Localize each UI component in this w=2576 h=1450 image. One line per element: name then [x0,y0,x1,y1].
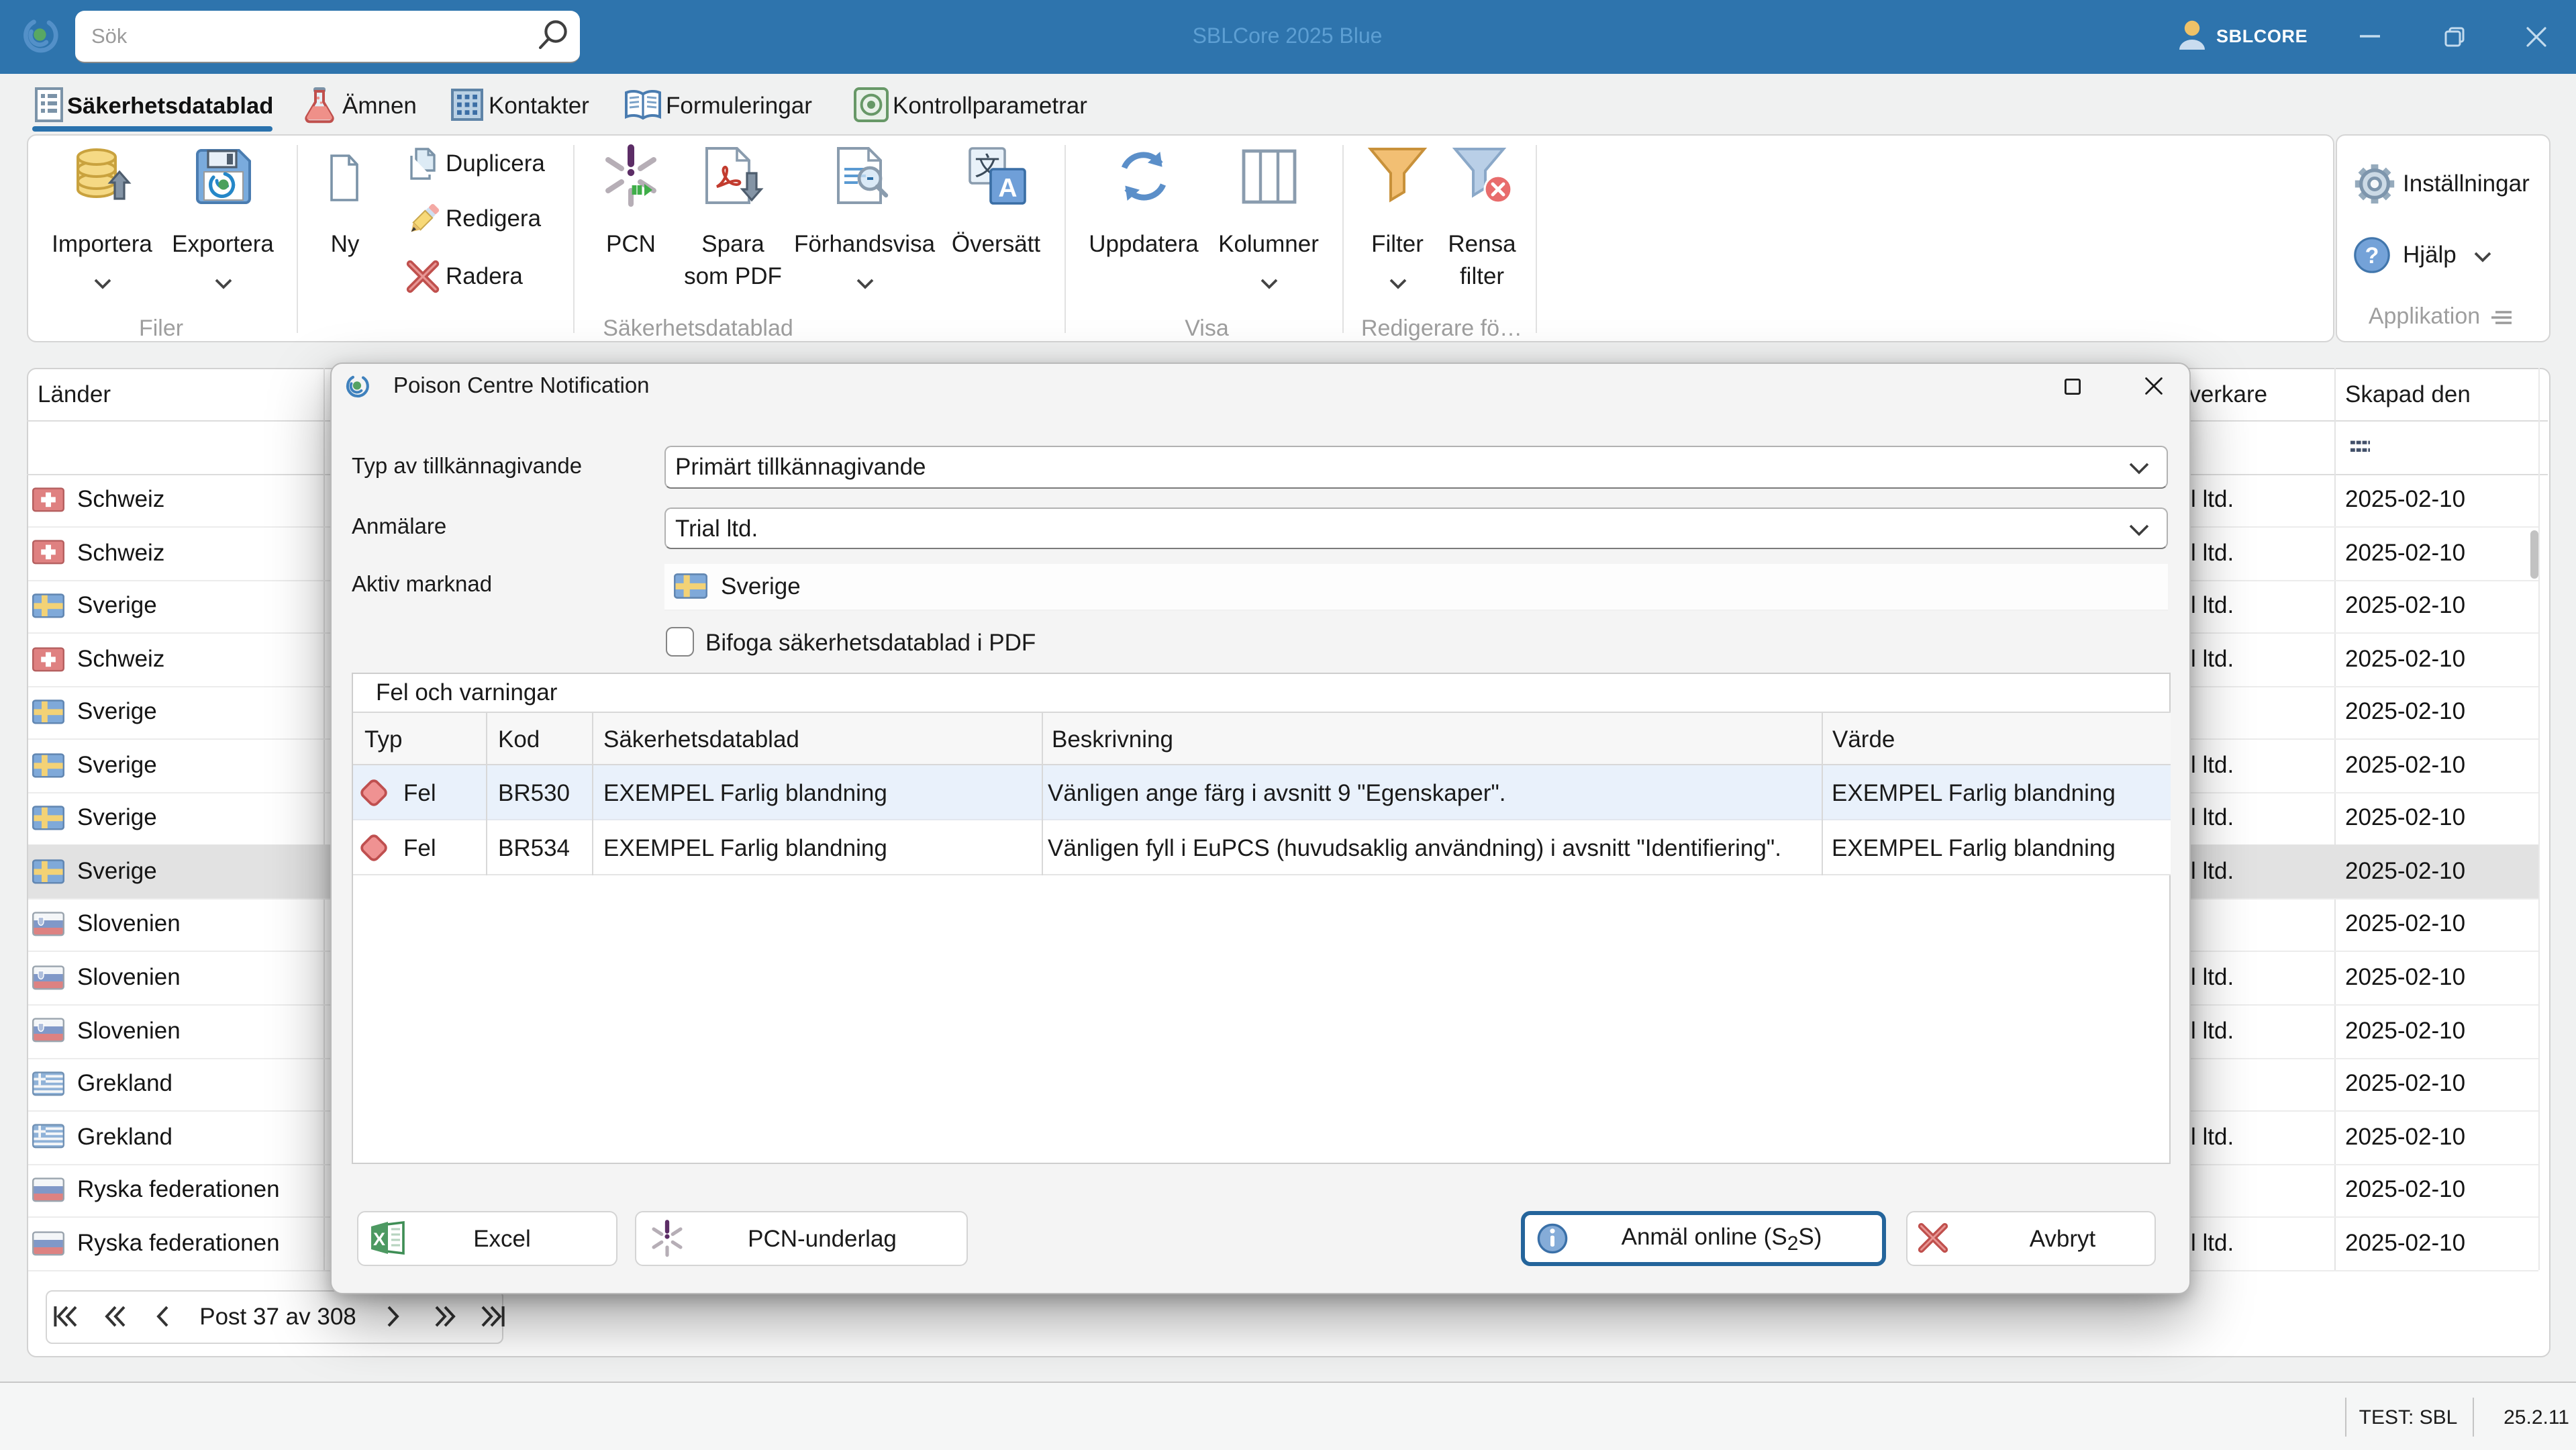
svg-text:A: A [998,174,1017,203]
svg-text:?: ? [2365,243,2379,269]
svg-text:X: X [373,1229,385,1249]
